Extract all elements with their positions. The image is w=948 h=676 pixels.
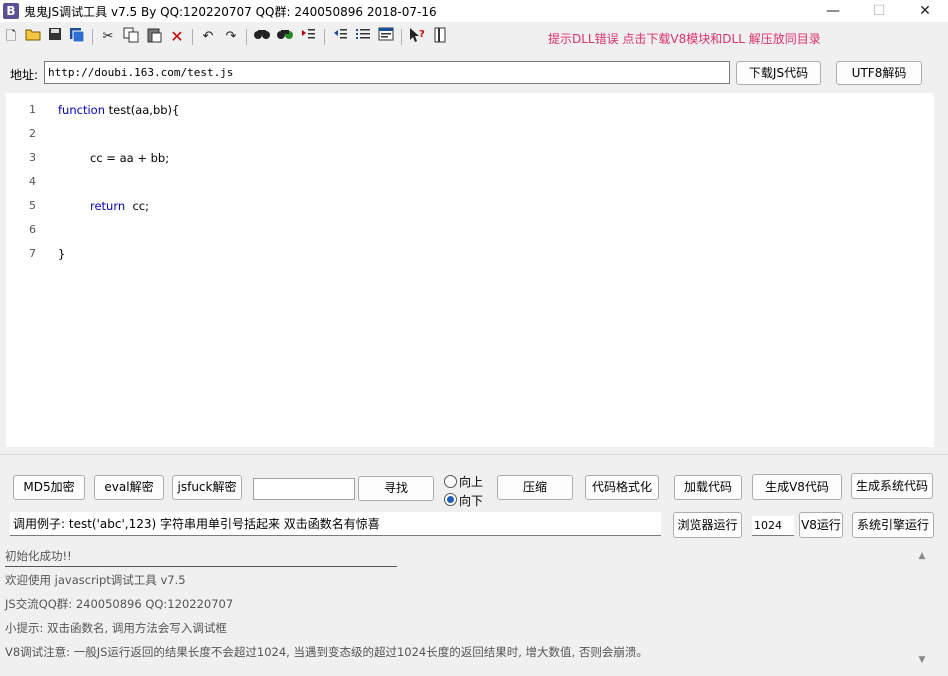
toolbar-separator: [192, 29, 193, 45]
download-js-button[interactable]: 下载JS代码: [736, 61, 821, 85]
scroll-up-icon[interactable]: ▲: [917, 551, 927, 561]
minimize-button[interactable]: —: [810, 0, 856, 22]
address-input[interactable]: http://doubi.163.com/test.js: [44, 61, 730, 84]
browser-run-button[interactable]: 浏览器运行: [673, 512, 742, 538]
save-all-icon[interactable]: [67, 27, 87, 47]
panel-divider: [0, 454, 948, 455]
log-line: JS交流QQ群: 240050896 QQ:120220707: [5, 597, 234, 611]
new-file-icon[interactable]: 🗋: [1, 27, 21, 47]
copy-icon[interactable]: [121, 27, 141, 47]
code-editor[interactable]: 1 2 3 4 5 6 7 function test(aa,bb){ cc =…: [6, 93, 934, 447]
v8-run-button[interactable]: V8运行: [799, 512, 843, 538]
help-cursor-icon[interactable]: ?: [407, 27, 427, 47]
direction-up-label: 向上: [459, 475, 484, 489]
bookmark-icon[interactable]: [430, 27, 450, 47]
window-title: 鬼鬼JS调试工具 v7.5 By QQ:120220707 QQ群: 24005…: [24, 5, 437, 19]
generate-system-code-button[interactable]: 生成系统代码: [851, 473, 933, 499]
format-icon[interactable]: [376, 27, 396, 47]
code-line: function test(aa,bb){: [58, 103, 180, 117]
undo-icon[interactable]: ↶: [198, 27, 218, 47]
find-icon[interactable]: [252, 27, 272, 47]
direction-down-label: 向下: [459, 494, 484, 508]
load-code-button[interactable]: 加载代码: [674, 475, 742, 500]
code-keyword: function: [58, 103, 105, 117]
close-button[interactable]: ✕: [902, 0, 948, 22]
list-icon[interactable]: [353, 27, 373, 47]
code-line: }: [58, 247, 66, 261]
output-log[interactable]: 初始化成功!! 欢迎使用 javascript调试工具 v7.5 JS交流QQ群…: [3, 545, 913, 672]
log-line: 欢迎使用 javascript调试工具 v7.5: [5, 573, 186, 587]
maximize-button[interactable]: ☐: [856, 0, 902, 22]
line-number: 3: [29, 151, 36, 164]
log-line: 小提示: 双击函数名, 调用方法会写入调试框: [5, 621, 227, 635]
outdent-icon[interactable]: [330, 27, 350, 47]
system-engine-run-button[interactable]: 系统引擎运行: [852, 512, 934, 538]
indent-icon[interactable]: [298, 27, 318, 47]
md5-encrypt-button[interactable]: MD5加密: [13, 475, 85, 500]
delete-icon[interactable]: ✕: [167, 27, 187, 47]
code-line: return cc;: [90, 199, 150, 213]
line-number: 6: [29, 223, 36, 236]
svg-text:?: ?: [419, 29, 425, 40]
replace-icon[interactable]: [275, 27, 295, 47]
log-line: V8调试注意: 一般JS运行返回的结果长度不会超过1024, 当遇到变态级的超过…: [5, 645, 648, 659]
redo-icon[interactable]: ↷: [221, 27, 241, 47]
search-input[interactable]: [253, 478, 355, 500]
line-number: 4: [29, 175, 36, 188]
cut-icon[interactable]: ✂: [98, 27, 118, 47]
paste-icon[interactable]: [144, 27, 164, 47]
dll-hint-link[interactable]: 提示DLL错误 点击下载V8模块和DLL 解压放同目录: [548, 30, 821, 47]
log-line: 初始化成功!!: [5, 549, 72, 563]
result-length-input[interactable]: 1024: [752, 516, 794, 536]
toolbar-separator: [246, 29, 247, 45]
line-number: 2: [29, 127, 36, 140]
line-number: 1: [29, 103, 36, 116]
utf8-decode-button[interactable]: UTF8解码: [836, 61, 922, 85]
toolbar-separator: [324, 29, 325, 45]
jsfuck-decrypt-button[interactable]: jsfuck解密: [172, 475, 242, 500]
line-number: 5: [29, 199, 36, 212]
direction-up-radio[interactable]: [444, 475, 457, 488]
toolbar-separator: [401, 29, 402, 45]
find-button[interactable]: 寻找: [358, 476, 434, 501]
direction-down-radio[interactable]: [444, 493, 457, 506]
toolbar-separator: [92, 29, 93, 45]
compress-button[interactable]: 压缩: [497, 475, 573, 500]
open-folder-icon[interactable]: [23, 27, 43, 47]
format-code-button[interactable]: 代码格式化: [585, 475, 659, 500]
eval-decrypt-button[interactable]: eval解密: [94, 475, 164, 500]
scroll-down-icon[interactable]: ▼: [917, 655, 927, 665]
address-label: 地址:: [10, 68, 39, 82]
log-divider: [5, 566, 397, 567]
save-icon[interactable]: [45, 27, 65, 47]
line-number: 7: [29, 247, 36, 260]
call-example-input[interactable]: 调用例子: test('abc',123) 字符串用单引号括起来 双击函数名有惊…: [10, 512, 661, 536]
log-scrollbar[interactable]: ▲ ▼: [914, 545, 931, 672]
title-bar: B 鬼鬼JS调试工具 v7.5 By QQ:120220707 QQ群: 240…: [0, 0, 948, 22]
app-icon: B: [3, 3, 19, 19]
code-keyword: return: [90, 199, 126, 213]
generate-v8-code-button[interactable]: 生成V8代码: [752, 474, 842, 500]
code-line: cc = aa + bb;: [90, 151, 170, 165]
